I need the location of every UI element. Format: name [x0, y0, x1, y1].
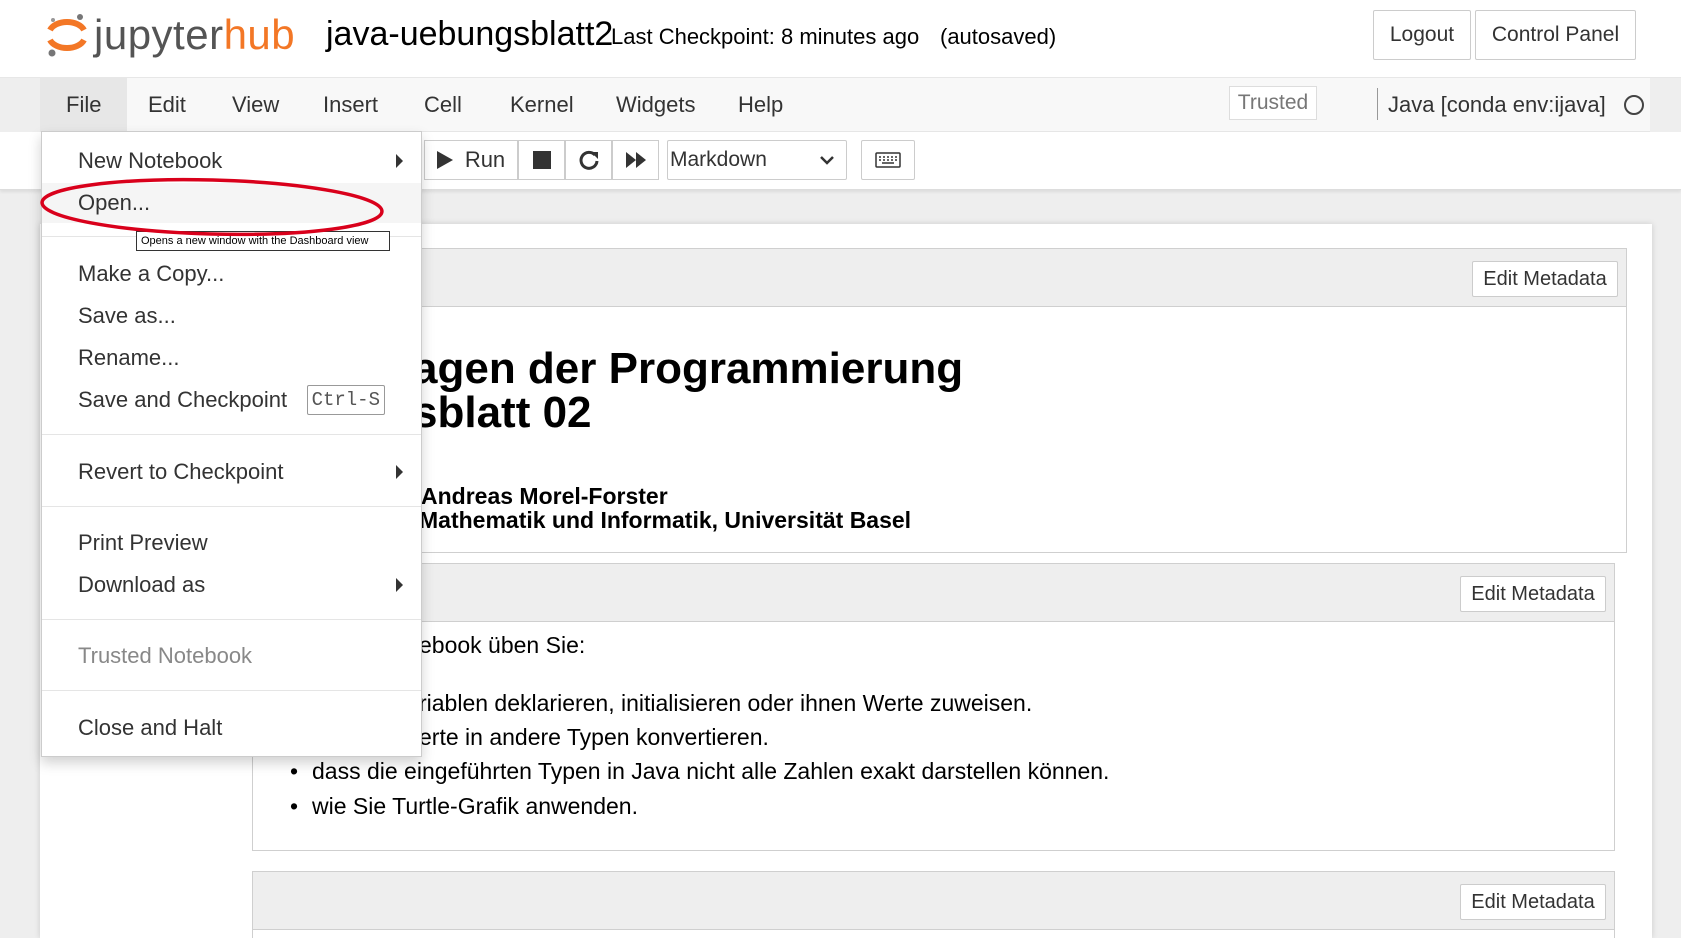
menu-item-trusted-notebook: Trusted Notebook [42, 636, 421, 676]
list-item: wie Sie Turtle-Grafik anwenden. [290, 793, 638, 819]
restart-icon [579, 150, 598, 170]
author-affiliation: Mathematik und Informatik, Universität B… [419, 507, 912, 533]
menu-item-label: Open... [78, 190, 151, 215]
menu-item-save-as[interactable]: Save as... [42, 296, 421, 336]
autosave-status: (autosaved) [940, 24, 1057, 49]
keyboard-icon [875, 152, 901, 168]
caret-right-icon [396, 578, 403, 592]
edit-metadata-button[interactable]: Edit Metadata [1472, 261, 1618, 297]
last-checkpoint: Last Checkpoint: 8 minutes ago [611, 24, 920, 49]
cell-type-value: Markdown [670, 148, 767, 171]
menu-item-download-as[interactable]: Download as [42, 565, 421, 605]
cell-toolbar: Edit Metadata [253, 249, 1626, 307]
notebook-title-line2: sblatt 02 [413, 388, 592, 437]
list-item: riablen deklarieren, initialisieren oder… [419, 690, 1033, 716]
jupyterhub-logo[interactable]: jupyterhub [46, 12, 295, 58]
cell-toolbar: Edit Metadata [253, 872, 1614, 930]
cell-toolbar: Edit Metadata [253, 564, 1614, 622]
markdown-cell[interactable]: Edit Metadata ebook üben Sie: riablen de… [252, 563, 1615, 851]
logo-text-hub: hub [223, 11, 296, 58]
header: jupyterhub java-uebungsblatt2 Last Check… [0, 0, 1681, 78]
menu-divider [42, 506, 421, 507]
notebook-title-line1: agen der Programmierung [413, 344, 964, 393]
menu-item-save-checkpoint[interactable]: Save and Checkpoint Ctrl-S [42, 380, 421, 420]
menu-file[interactable]: File [40, 78, 128, 132]
stop-icon [532, 151, 551, 169]
menu-item-make-copy[interactable]: Make a Copy... [42, 254, 421, 294]
menu-widgets[interactable]: Widgets [590, 78, 721, 132]
edit-metadata-button[interactable]: Edit Metadata [1460, 576, 1606, 612]
menu-cell[interactable]: Cell [398, 78, 488, 132]
menu-view[interactable]: View [206, 78, 305, 132]
menu-insert[interactable]: Insert [297, 78, 404, 132]
edit-metadata-button[interactable]: Edit Metadata [1460, 884, 1606, 920]
menu-item-label: Print Preview [78, 530, 208, 555]
command-palette-button[interactable] [861, 140, 915, 180]
cell-type-select[interactable]: Markdown [667, 140, 847, 180]
menu-item-new-notebook[interactable]: New Notebook [42, 141, 421, 181]
run-button[interactable]: Run [424, 140, 518, 180]
run-label: Run [464, 147, 506, 172]
control-panel-button[interactable]: Control Panel [1475, 10, 1636, 60]
menu-divider [42, 690, 421, 691]
menu-item-label: Rename... [78, 345, 180, 370]
menu-edit[interactable]: Edit [122, 78, 212, 132]
intro-text: ebook üben Sie: [419, 632, 586, 658]
tooltip: Opens a new window with the Dashboard vi… [136, 231, 390, 251]
list-item: erte in andere Typen konvertieren. [419, 724, 769, 750]
fast-forward-icon [625, 152, 646, 168]
menu-item-label: Save as... [78, 303, 176, 328]
menu-item-label: Trusted Notebook [78, 643, 253, 668]
kernel-idle-icon [1624, 95, 1644, 115]
restart-button[interactable] [565, 140, 612, 180]
logo-text-jupyter: jupyter [94, 11, 224, 58]
file-menu-dropdown: New Notebook Open... Make a Copy... Save… [41, 131, 422, 757]
menu-item-revert-checkpoint[interactable]: Revert to Checkpoint [42, 452, 421, 492]
play-icon [436, 151, 453, 169]
shortcut-badge: Ctrl-S [306, 385, 385, 415]
menu-item-label: Save and Checkpoint [78, 387, 288, 412]
markdown-cell[interactable]: Edit Metadata agen der Programmierung sb… [252, 248, 1627, 553]
caret-right-icon [396, 465, 403, 479]
restart-run-all-button[interactable] [612, 140, 659, 180]
author-name: Andreas Morel-Forster [421, 483, 668, 509]
menu-help[interactable]: Help [712, 78, 809, 132]
logo-text: jupyterhub [94, 12, 295, 58]
menu-kernel[interactable]: Kernel [484, 78, 600, 132]
markdown-cell[interactable]: Edit Metadata [252, 871, 1615, 938]
menu-divider [42, 619, 421, 620]
logout-button[interactable]: Logout [1373, 10, 1471, 60]
menu-item-label: New Notebook [78, 148, 223, 173]
menu-item-rename[interactable]: Rename... [42, 338, 421, 378]
menu-item-label: Download as [78, 572, 206, 597]
menu-item-label: Make a Copy... [78, 261, 225, 286]
menu-item-print-preview[interactable]: Print Preview [42, 523, 421, 563]
menu-divider [42, 434, 421, 435]
notebook-name[interactable]: java-uebungsblatt2 [326, 14, 613, 54]
kernel-divider [1377, 88, 1378, 120]
trusted-indicator[interactable]: Trusted [1229, 86, 1317, 120]
jupyter-logo-icon [47, 14, 87, 57]
list-item: dass die eingeführten Typen in Java nich… [290, 758, 1109, 784]
menu-item-label: Revert to Checkpoint [78, 459, 284, 484]
interrupt-button[interactable] [518, 140, 565, 180]
kernel-name: Java [conda env:ijava] [1388, 92, 1606, 117]
menu-item-label: Close and Halt [78, 715, 223, 740]
menu-item-open[interactable]: Open... [42, 183, 421, 223]
menu-item-close-halt[interactable]: Close and Halt [42, 708, 421, 748]
caret-right-icon [396, 154, 403, 168]
chevron-down-icon [820, 156, 834, 165]
